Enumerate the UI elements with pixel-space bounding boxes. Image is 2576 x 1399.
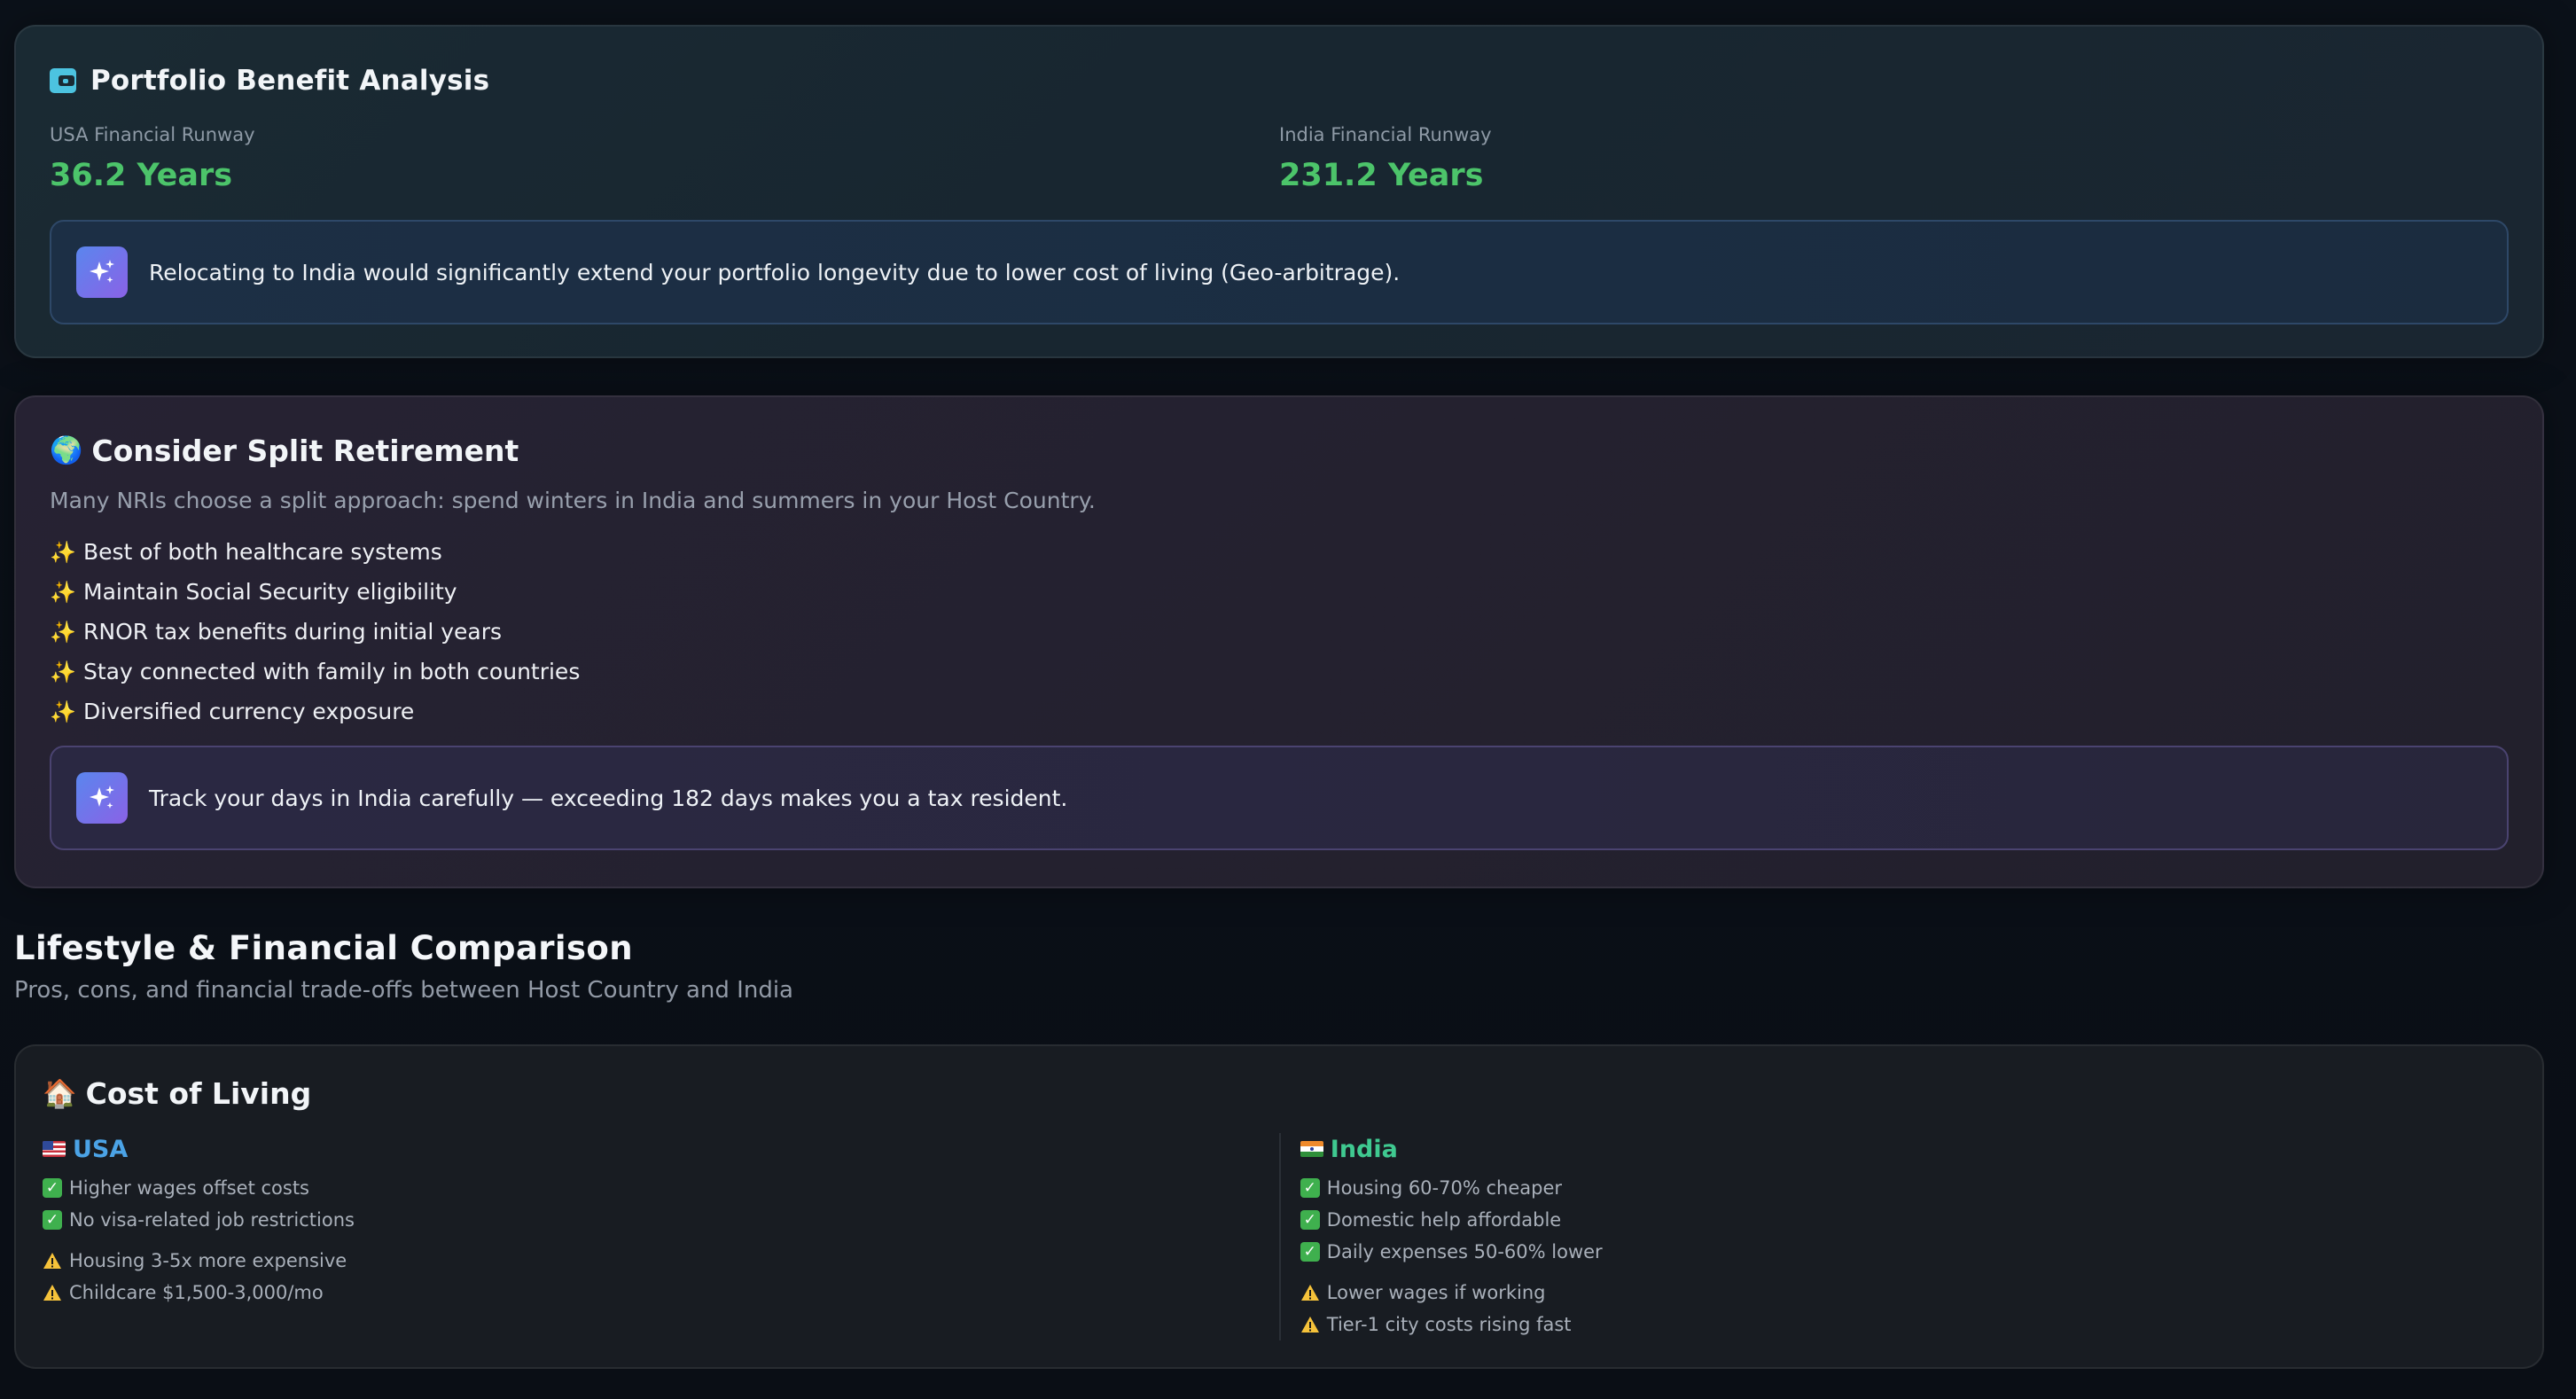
con-text: Childcare $1,500-3,000/mo — [69, 1282, 324, 1303]
india-heading: India — [1300, 1133, 2516, 1165]
india-column: India ✓ Housing 60-70% cheaper ✓ Domestic … — [1278, 1133, 2516, 1340]
india-runway-value: 231.2 Years — [1279, 158, 1484, 193]
split-header: 🌍 Consider Split Retirement — [50, 431, 2509, 470]
cost-header: 🏠 Cost of Living — [43, 1073, 2516, 1114]
cost-of-living-card: 🏠 Cost of Living USA ✓ Higher wages offse… — [14, 1044, 2544, 1369]
check-icon: ✓ — [1300, 1178, 1320, 1198]
portfolio-benefit-card: Portfolio Benefit Analysis USA Financial… — [14, 25, 2544, 358]
con-text: Housing 3-5x more expensive — [69, 1250, 347, 1271]
sparkles-icon: ✨ — [50, 659, 76, 684]
india-pros: ✓ Housing 60-70% cheaper ✓ Domestic help a… — [1300, 1172, 2516, 1268]
wallet-icon — [50, 68, 76, 93]
usa-runway-value: 36.2 Years — [50, 158, 233, 193]
portfolio-header: Portfolio Benefit Analysis — [50, 59, 2509, 103]
split-title: Consider Split Retirement — [91, 433, 519, 468]
india-name: India — [1330, 1135, 1398, 1163]
check-icon: ✓ — [43, 1210, 62, 1230]
pro-text: No visa-related job restrictions — [69, 1209, 355, 1231]
list-item: Housing 3-5x more expensive — [43, 1245, 1279, 1277]
list-item: ✨ Diversified currency exposure — [50, 692, 2509, 731]
us-flag-icon — [43, 1141, 66, 1157]
benefit-text: Stay connected with family in both count… — [83, 659, 581, 684]
benefit-text: RNOR tax benefits during initial years — [83, 619, 503, 645]
list-item: ✓ Domestic help affordable — [1300, 1204, 2516, 1236]
india-flag-icon — [1300, 1141, 1323, 1157]
comparison-title: Lifestyle & Financial Comparison — [14, 929, 633, 967]
con-text: Lower wages if working — [1326, 1282, 1546, 1303]
list-item: ✨ Maintain Social Security eligibility — [50, 572, 2509, 612]
portfolio-title: Portfolio Benefit Analysis — [90, 65, 490, 97]
usa-column: USA ✓ Higher wages offset costs ✓ No visa-… — [43, 1133, 1279, 1340]
warning-icon — [1300, 1285, 1319, 1301]
pro-text: Housing 60-70% cheaper — [1326, 1177, 1562, 1199]
check-icon: ✓ — [1300, 1210, 1320, 1230]
portfolio-insight: Relocating to India would significantly … — [50, 220, 2509, 324]
list-item: ✓ No visa-related job restrictions — [43, 1204, 1279, 1236]
pro-text: Domestic help affordable — [1326, 1209, 1562, 1231]
list-item: ✓ Housing 60-70% cheaper — [1300, 1172, 2516, 1204]
sparkle-icon — [76, 772, 128, 824]
runway-stats: USA Financial Runway 36.2 Years India Fi… — [50, 124, 2509, 193]
india-cons: Lower wages if working Tier-1 city costs… — [1300, 1277, 2516, 1340]
pro-text: Daily expenses 50-60% lower — [1326, 1241, 1603, 1262]
warning-icon — [43, 1253, 61, 1269]
sparkles-icon: ✨ — [50, 579, 76, 605]
cost-comparison-columns: USA ✓ Higher wages offset costs ✓ No visa-… — [43, 1133, 2516, 1340]
usa-runway-label: USA Financial Runway — [50, 124, 255, 145]
benefit-text: Maintain Social Security eligibility — [83, 579, 457, 605]
list-item: Lower wages if working — [1300, 1277, 2516, 1309]
split-intro: Many NRIs choose a split approach: spend… — [50, 488, 1096, 513]
list-item: Tier-1 city costs rising fast — [1300, 1309, 2516, 1340]
list-item: ✓ Daily expenses 50-60% lower — [1300, 1236, 2516, 1268]
warning-icon — [1300, 1317, 1319, 1333]
list-item: ✨ RNOR tax benefits during initial years — [50, 612, 2509, 652]
sparkle-icon — [76, 246, 128, 298]
portfolio-insight-text: Relocating to India would significantly … — [149, 259, 1401, 285]
usa-cons: Housing 3-5x more expensive Childcare $1… — [43, 1245, 1279, 1309]
warning-icon — [43, 1285, 61, 1301]
split-benefit-list: ✨ Best of both healthcare systems ✨ Mainta… — [50, 532, 2509, 731]
split-insight-text: Track your days in India carefully — exc… — [149, 785, 1068, 811]
pro-text: Higher wages offset costs — [69, 1177, 310, 1199]
list-item: ✨ Stay connected with family in both coun… — [50, 652, 2509, 692]
usa-heading: USA — [43, 1133, 1279, 1165]
split-retirement-card: 🌍 Consider Split Retirement Many NRIs ch… — [14, 395, 2544, 888]
benefit-text: Best of both healthcare systems — [83, 539, 442, 565]
cost-title: Cost of Living — [85, 1075, 312, 1111]
sparkles-icon: ✨ — [50, 539, 76, 565]
house-icon: 🏠 — [43, 1077, 77, 1110]
benefit-text: Diversified currency exposure — [83, 699, 415, 724]
page: Portfolio Benefit Analysis USA Financial… — [0, 0, 2576, 1399]
check-icon: ✓ — [43, 1178, 62, 1198]
usa-name: USA — [73, 1135, 129, 1163]
comparison-subtitle: Pros, cons, and financial trade-offs bet… — [14, 977, 793, 1004]
usa-pros: ✓ Higher wages offset costs ✓ No visa-rela… — [43, 1172, 1279, 1236]
india-runway-label: India Financial Runway — [1279, 124, 1492, 145]
list-item: Childcare $1,500-3,000/mo — [43, 1277, 1279, 1309]
india-runway: India Financial Runway 231.2 Years — [1279, 124, 2509, 193]
usa-runway: USA Financial Runway 36.2 Years — [50, 124, 1279, 193]
globe-icon: 🌍 — [50, 434, 83, 466]
check-icon: ✓ — [1300, 1242, 1320, 1262]
con-text: Tier-1 city costs rising fast — [1326, 1314, 1572, 1335]
comparison-section-header: Lifestyle & Financial Comparison Pros, c… — [14, 929, 2544, 1004]
sparkles-icon: ✨ — [50, 619, 76, 645]
list-item: ✓ Higher wages offset costs — [43, 1172, 1279, 1204]
sparkles-icon: ✨ — [50, 699, 76, 724]
list-item: ✨ Best of both healthcare systems — [50, 532, 2509, 572]
split-insight: Track your days in India carefully — exc… — [50, 746, 2509, 850]
